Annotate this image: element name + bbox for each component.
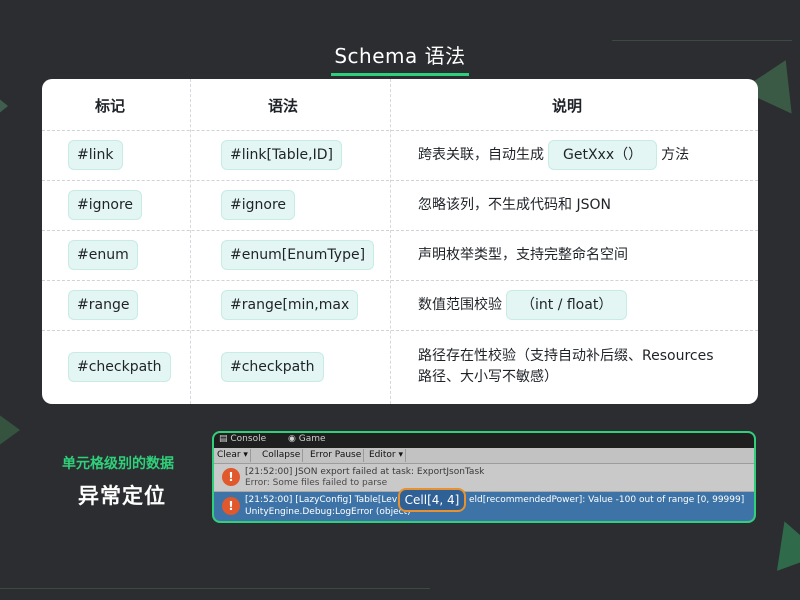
header-description: 说明 [552,97,583,115]
tag-enum: #enum [68,240,138,270]
syntax-checkpath: #checkpath [221,352,324,382]
console-tabbar: ▤ Console ◉ Game [214,433,754,448]
page-title: Schema 语法 [0,40,800,76]
log-line: [21:52:00] JSON export failed at task: E… [245,467,485,477]
desc-checkpath: 路径存在性校验（支持自动补后缀、Resources 路径、大小写不敏感） [418,346,714,388]
tag-ignore: #ignore [68,190,143,220]
syntax-range: #range[min,max [221,290,359,320]
cell-highlight-badge: Cell[4, 4] [398,488,466,512]
collapse-button[interactable]: Collapse [260,449,304,462]
decor-line [0,588,430,589]
decor-triangle [761,513,800,571]
desc-text: 跨表关联，自动生成 [418,147,544,163]
row-divider [42,130,758,131]
chevron-down-icon: ▾ [398,450,404,460]
desc-ignore: 忽略该列，不生成代码和 JSON [418,197,611,213]
column-divider [390,79,391,404]
console-icon: ▤ [219,434,228,444]
syntax-enum: #enum[EnumType] [221,240,375,270]
header-tag: 标记 [95,97,126,115]
desc-range: 数值范围校验 （int / float） [418,290,631,320]
error-icon: ! [222,468,240,486]
error-pause-button[interactable]: Error Pause [308,449,365,462]
tag-range: #range [68,290,139,320]
log-line: UnityEngine.Debug:LogError (object) [245,507,411,517]
row-divider [42,330,758,331]
syntax-ignore: #ignore [221,190,296,220]
log-line: eld[recommendedPower]: Value -100 out of… [469,495,745,505]
console-window: ▤ Console ◉ Game Clear ▾ Collapse Error … [212,431,756,523]
row-divider [42,180,758,181]
tab-game[interactable]: ◉ Game [288,434,326,444]
desc-text: 数值范围校验 [418,297,502,313]
log-line: Error: Some files failed to parse [245,478,388,488]
desc-type-tag: （int / float） [506,290,628,320]
error-icon: ! [222,497,240,515]
decor-triangle [0,88,8,124]
header-syntax: 语法 [268,97,299,115]
desc-link: 跨表关联，自动生成 GetXxx（） 方法 [418,140,689,170]
desc-line: 路径存在性校验（支持自动补后缀、Resources [418,348,714,364]
side-caption: 单元格级别的数据 [62,456,174,472]
schema-table: 标记 语法 说明 #link #link[Table,ID] 跨表关联，自动生成… [42,79,758,404]
decor-triangle [0,408,20,452]
gamepad-icon: ◉ [288,434,296,444]
column-divider [190,79,191,404]
chevron-down-icon: ▾ [243,450,248,460]
tag-checkpath: #checkpath [68,352,171,382]
tab-console[interactable]: ▤ Console [219,434,266,444]
desc-text: 方法 [661,147,690,163]
desc-enum: 声明枚举类型，支持完整命名空间 [418,247,628,263]
log-entry[interactable]: ! [21:52:00] JSON export failed at task:… [214,464,754,492]
side-heading: 异常定位 [78,484,166,508]
tag-link: #link [68,140,123,170]
desc-code-tag: GetXxx（） [548,140,658,170]
log-entry-selected[interactable]: ! [21:52:00] [LazyConfig] Table[Lev eld[… [214,492,754,521]
console-toolbar: Clear ▾ Collapse Error Pause Editor ▾ [214,448,754,464]
log-line: [21:52:00] [LazyConfig] Table[Lev [245,495,398,505]
desc-line: 路径、大小写不敏感） [418,369,558,385]
row-divider [42,230,758,231]
editor-dropdown[interactable]: Editor ▾ [367,449,407,462]
clear-button[interactable]: Clear ▾ [215,449,251,462]
syntax-link: #link[Table,ID] [221,140,342,170]
row-divider [42,280,758,281]
